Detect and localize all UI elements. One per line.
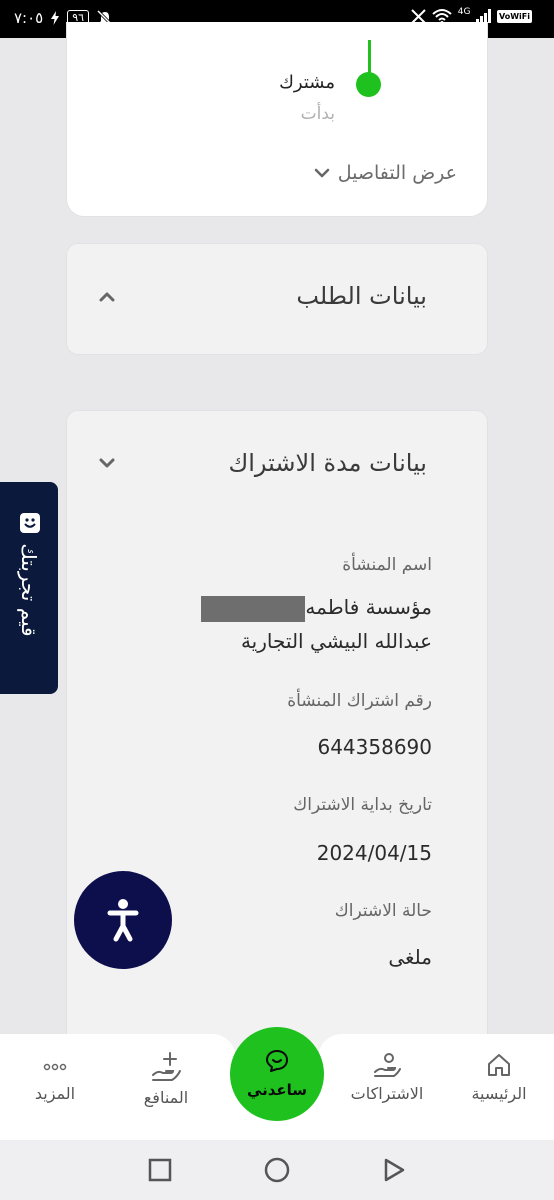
establishment-name-line2: عبدالله البيشي التجارية bbox=[240, 629, 432, 653]
chevron-up-icon[interactable] bbox=[97, 290, 117, 302]
charging-icon bbox=[51, 11, 60, 25]
establishment-name-line1: مؤسسة فاطمه bbox=[305, 595, 432, 619]
nav-home[interactable]: الرئيسية bbox=[449, 1052, 549, 1103]
field-label-start-date: تاريخ بداية الاشتراك bbox=[293, 795, 432, 815]
nav-benefits[interactable]: المنافع bbox=[116, 1052, 216, 1107]
hand-user-icon bbox=[374, 1053, 401, 1077]
network-type: 4G bbox=[457, 7, 471, 17]
field-label-establishment-name: اسم المنشأة bbox=[342, 555, 432, 575]
back-icon[interactable] bbox=[382, 1158, 406, 1182]
nav-home-label: الرئيسية bbox=[471, 1084, 527, 1103]
nav-subscriptions[interactable]: الاشتراكات bbox=[337, 1052, 437, 1103]
nav-more-label: المزيد bbox=[34, 1084, 76, 1103]
show-details-link[interactable]: عرض التفاصيل bbox=[314, 162, 457, 184]
show-details-label: عرض التفاصيل bbox=[337, 162, 457, 184]
clock: ٧:٠٥ bbox=[14, 9, 44, 27]
feedback-tab-label: قيم تجربتك bbox=[17, 543, 41, 637]
vowifi-badge: VoWiFi bbox=[496, 9, 532, 23]
status-timeline-card: مشترك بدأت عرض التفاصيل bbox=[66, 22, 488, 217]
order-data-section[interactable]: بيانات الطلب bbox=[66, 243, 488, 355]
recents-icon[interactable] bbox=[148, 1158, 172, 1182]
field-value-subscription-number: 644358690 bbox=[317, 735, 432, 759]
field-label-subscription-number: رقم اشتراك المنشأة bbox=[287, 691, 432, 711]
nav-more[interactable]: المزيد bbox=[5, 1052, 105, 1103]
system-navigation-bar bbox=[0, 1140, 554, 1200]
help-me-button[interactable]: ساعدني bbox=[230, 1027, 324, 1121]
timeline-dot bbox=[356, 72, 381, 97]
dots-icon bbox=[43, 1063, 67, 1071]
field-value-subscription-status: ملغى bbox=[388, 945, 432, 969]
nav-subscriptions-label: الاشتراكات bbox=[350, 1084, 424, 1103]
chevron-down-icon[interactable] bbox=[97, 457, 117, 469]
timeline-status: مشترك bbox=[279, 72, 335, 93]
accessibility-button[interactable] bbox=[74, 871, 172, 969]
chevron-down-icon bbox=[314, 168, 329, 178]
home-circle-icon[interactable] bbox=[264, 1157, 290, 1183]
accessibility-icon bbox=[107, 899, 139, 942]
order-data-title: بيانات الطلب bbox=[296, 282, 427, 310]
signal-icon bbox=[476, 9, 491, 23]
help-me-label: ساعدني bbox=[246, 1081, 308, 1099]
redaction-box bbox=[201, 595, 306, 622]
field-value-start-date: 2024/04/15 bbox=[316, 841, 432, 865]
chat-icon bbox=[266, 1050, 288, 1072]
home-icon bbox=[488, 1054, 510, 1076]
nav-benefits-label: المنافع bbox=[143, 1088, 189, 1107]
hand-plus-icon bbox=[152, 1052, 181, 1081]
smile-icon bbox=[20, 513, 40, 533]
field-label-subscription-status: حالة الاشتراك bbox=[334, 901, 432, 921]
subscription-period-title: بيانات مدة الاشتراك bbox=[228, 449, 427, 477]
timeline-sub-status: بدأت bbox=[300, 104, 335, 124]
field-value-establishment-name: مؤسسة فاطمه bbox=[195, 595, 432, 622]
